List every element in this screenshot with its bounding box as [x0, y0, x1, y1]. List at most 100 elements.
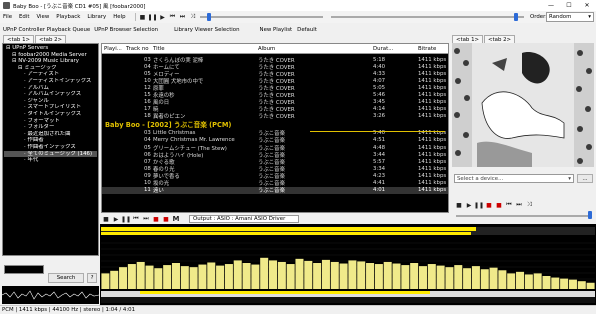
- tree-node[interactable]: · ジャンル: [4, 98, 97, 105]
- tab-library-viewer[interactable]: Library Viewer Selection: [174, 27, 239, 33]
- mini-previous-button[interactable]: ⏮: [504, 201, 514, 210]
- tab-new-playlist[interactable]: New Playlist: [260, 27, 293, 33]
- spectrum-bar: [127, 264, 136, 289]
- tree-node[interactable]: · アーティストインデックス: [4, 78, 97, 85]
- record-button-2[interactable]: ■: [161, 215, 171, 224]
- mini-play-button[interactable]: ▶: [464, 201, 474, 210]
- tree-node[interactable]: ⊟ ミュージック: [4, 65, 97, 72]
- menu-file[interactable]: File: [3, 14, 12, 20]
- volume-bar[interactable]: [331, 16, 524, 18]
- tree-node[interactable]: · 最近追加された曲: [4, 131, 97, 138]
- tree-node[interactable]: · 作曲者インデックス: [4, 144, 97, 151]
- pause-button[interactable]: ❚❚: [147, 13, 157, 22]
- mute-button[interactable]: M: [171, 215, 181, 224]
- duration-cell: 5:05: [373, 84, 386, 91]
- pause-icon: ❚❚: [120, 215, 132, 223]
- tree-node[interactable]: · アルバム: [4, 85, 97, 92]
- stop-button-2[interactable]: ■: [101, 215, 111, 224]
- mini-record-button[interactable]: ■: [484, 201, 494, 210]
- playlist-row[interactable]: 11 遠い うぶこ音楽 4:01 1411 kbps: [102, 186, 448, 194]
- left-tab-1[interactable]: <tab 1>: [3, 35, 35, 43]
- volume-thumb[interactable]: [514, 13, 519, 21]
- close-button[interactable]: ✕: [578, 0, 596, 11]
- menu-help[interactable]: Help: [113, 14, 125, 20]
- pause-button-2[interactable]: ❚❚: [121, 215, 131, 224]
- track-cell: 03: [144, 56, 151, 63]
- spectrum-bar: [577, 281, 586, 289]
- mini-random-button[interactable]: ⤨: [524, 201, 534, 210]
- device-select[interactable]: Select a device... ▾: [454, 174, 574, 183]
- output-dropdown[interactable]: Output : ASIO : Amani ASIO Driver: [189, 215, 299, 223]
- stop-button[interactable]: ■: [138, 13, 148, 22]
- duration-cell: 3:26: [373, 113, 386, 120]
- col-album[interactable]: Album: [258, 46, 373, 52]
- random-button[interactable]: ⤨: [188, 13, 198, 22]
- menu-view[interactable]: View: [36, 14, 49, 20]
- help-button[interactable]: ?: [87, 273, 97, 283]
- mini-pause-button[interactable]: ❚❚: [474, 201, 484, 210]
- duration-cell: 3:44: [373, 151, 386, 158]
- spectrum-bar: [348, 260, 357, 289]
- tree-node[interactable]: ⊟ NV-2009 Music Library: [4, 58, 97, 65]
- tree-node-label: 最近追加された曲: [27, 130, 71, 137]
- library-tree[interactable]: ⊟ UPnP Servers ⊟ foobar2000 Media Server ⊟…: [2, 43, 99, 256]
- spectrum-bar: [136, 261, 145, 289]
- tree-node[interactable]: · アーティスト: [4, 71, 97, 78]
- col-track[interactable]: Track no: [126, 46, 153, 52]
- seek-thumb[interactable]: [207, 13, 212, 21]
- tree-node[interactable]: · アルバムインデックス: [4, 91, 97, 98]
- search-input[interactable]: [4, 265, 44, 274]
- previous-button[interactable]: ⏮: [168, 13, 178, 22]
- tree-node[interactable]: · フォーマット: [4, 118, 97, 125]
- col-title[interactable]: Title: [153, 46, 258, 52]
- tab-default[interactable]: Default: [297, 27, 317, 33]
- play-button-2[interactable]: ▶: [111, 215, 121, 224]
- col-playing[interactable]: Playi...: [102, 46, 126, 52]
- tree-node[interactable]: · スマートプレイリスト: [4, 104, 97, 111]
- tree-node[interactable]: · タイトルインデックス: [4, 111, 97, 118]
- col-bitrate[interactable]: Bitrate: [418, 46, 448, 52]
- right-tab-1[interactable]: <tab 1>: [452, 35, 484, 43]
- playlist-view[interactable]: Playi... Track no Title Album Durat... B…: [101, 43, 449, 213]
- track-cell: 10: [144, 180, 151, 187]
- spectrum-bar: [427, 264, 436, 289]
- spectrum-bar: [418, 266, 427, 289]
- tree-node[interactable]: · フォルダー: [4, 124, 97, 131]
- playlist-row[interactable]: 18 異者のピエン うたき COVER 3:26 1411 kbps: [102, 113, 448, 120]
- bitrate-cell: 1411 kbps: [418, 137, 447, 144]
- play-button[interactable]: ▶: [158, 13, 168, 22]
- menu-edit[interactable]: Edit: [19, 14, 29, 20]
- tab-upnp-controller[interactable]: UPnP Controller Playback Queue: [3, 27, 90, 33]
- record-button[interactable]: ■: [151, 215, 161, 224]
- tree-node[interactable]: · 全てのミュージック (146): [4, 150, 97, 158]
- next-button-2[interactable]: ⏭: [141, 215, 151, 224]
- menu-playback[interactable]: Playback: [56, 14, 80, 20]
- mini-volume-bar[interactable]: [456, 215, 592, 217]
- tree-node[interactable]: ⊟ foobar2000 Media Server: [4, 52, 97, 59]
- tree-node[interactable]: · 作曲者: [4, 137, 97, 144]
- spectrum-bar: [154, 268, 163, 289]
- order-dropdown[interactable]: Random ▾: [546, 12, 594, 22]
- minimize-button[interactable]: —: [542, 0, 560, 11]
- seek-bar[interactable]: [200, 16, 323, 18]
- tab-upnp-browser[interactable]: UPnP Browser Selection: [94, 27, 158, 33]
- track-cell: 16: [144, 99, 151, 106]
- left-tab-2[interactable]: <tab 2>: [35, 35, 67, 43]
- right-tab-2[interactable]: <tab 2>: [484, 35, 516, 43]
- search-button[interactable]: Search: [48, 273, 84, 283]
- mini-next-button[interactable]: ⏭: [514, 201, 524, 210]
- mini-record-button-2[interactable]: ■: [494, 201, 504, 210]
- maximize-button[interactable]: ☐: [560, 0, 578, 11]
- spectrum-bar: [383, 261, 392, 289]
- next-icon: ⏭: [143, 215, 149, 222]
- tree-node[interactable]: ⊟ UPnP Servers: [4, 45, 97, 52]
- mini-stop-button[interactable]: ■: [454, 201, 464, 210]
- previous-button-2[interactable]: ⏮: [131, 215, 141, 224]
- next-button[interactable]: ⏭: [178, 13, 188, 22]
- device-more-button[interactable]: ...: [577, 174, 593, 183]
- record-icon: ■: [496, 201, 502, 209]
- tree-node[interactable]: · 年代: [4, 157, 97, 164]
- col-duration[interactable]: Durat...: [373, 46, 418, 52]
- mini-volume-thumb[interactable]: [588, 211, 592, 219]
- menu-library[interactable]: Library: [87, 14, 106, 20]
